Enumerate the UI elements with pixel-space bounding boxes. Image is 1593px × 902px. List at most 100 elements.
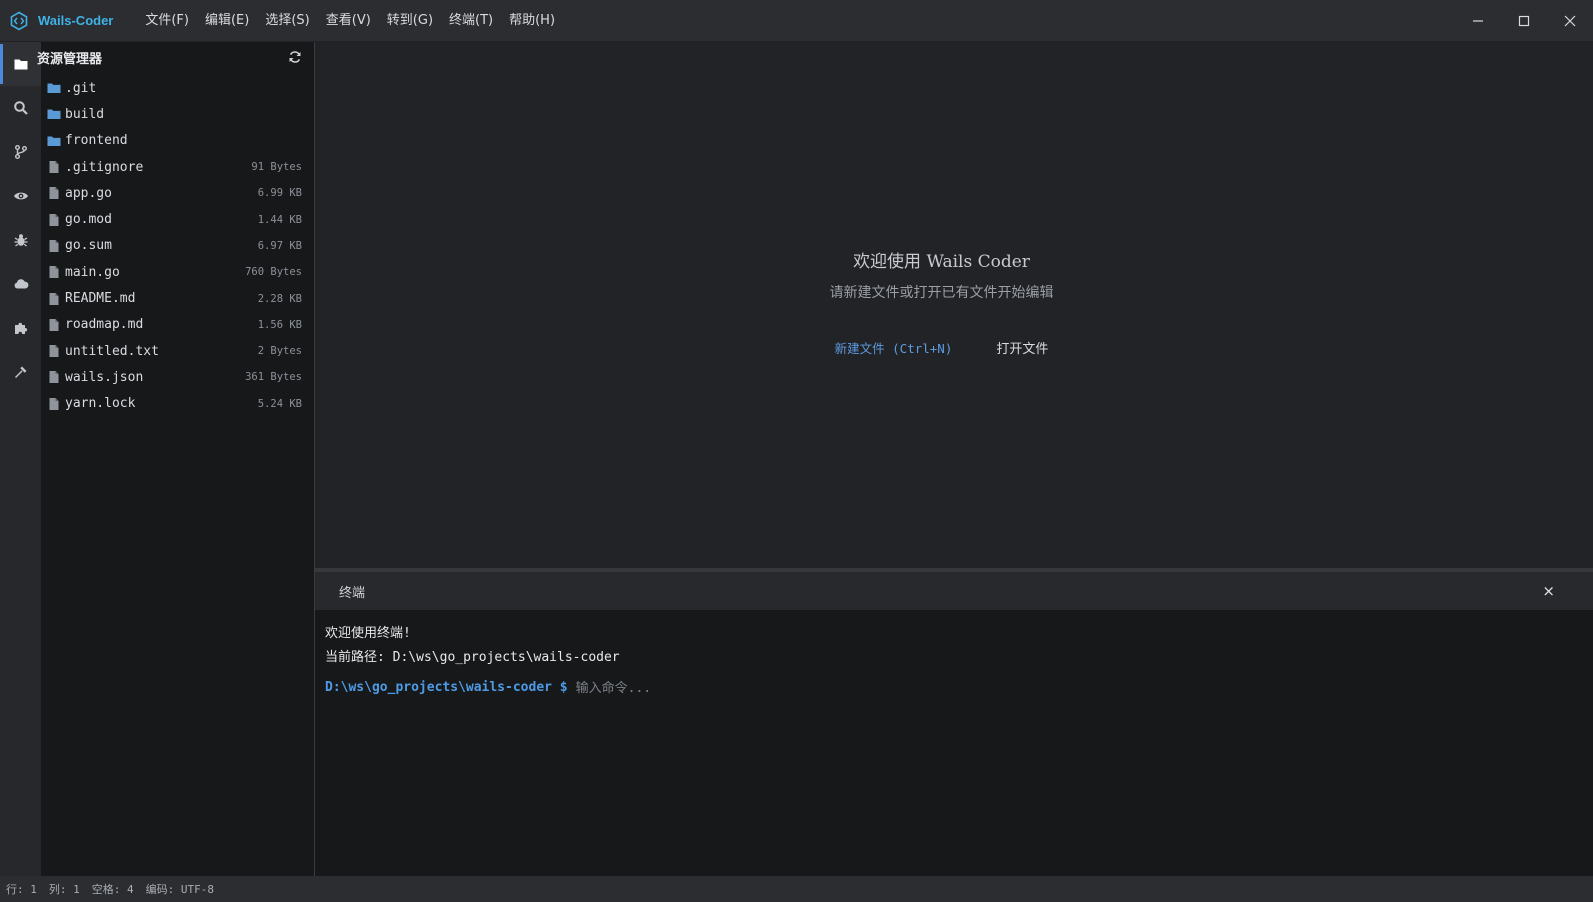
- refresh-icon: [289, 51, 301, 63]
- close-icon: [1564, 15, 1576, 27]
- file-name: build: [65, 106, 105, 122]
- file-name: .gitignore: [65, 159, 144, 175]
- tree-file[interactable]: yarn.lock 5.24 KB: [41, 391, 314, 417]
- file-name: go.mod: [65, 212, 112, 228]
- terminal-prompt-row: D:\ws\go_projects\wails-coder $: [325, 676, 1583, 700]
- terminal-header: 终端 ×: [315, 572, 1593, 610]
- file-name: .git: [65, 80, 97, 96]
- file-size: 1.56 KB: [257, 318, 302, 331]
- tree-file[interactable]: .gitignore 91 Bytes: [41, 154, 314, 180]
- file-size: 361 Bytes: [245, 371, 302, 384]
- menu-goto[interactable]: 转到(G): [379, 0, 441, 42]
- activity-explorer[interactable]: [0, 42, 41, 86]
- puzzle-icon: [14, 322, 27, 334]
- file-icon: [49, 397, 59, 410]
- activity-source-control[interactable]: [0, 130, 41, 174]
- activity-bar: [0, 42, 41, 876]
- brand: Wails-Coder: [9, 11, 113, 31]
- close-window-button[interactable]: [1547, 0, 1593, 42]
- file-size: 760 Bytes: [245, 266, 302, 279]
- tree-file[interactable]: go.sum 6.97 KB: [41, 233, 314, 259]
- status-encoding[interactable]: 编码: UTF-8: [146, 881, 214, 897]
- explorer-title: 资源管理器: [37, 51, 103, 67]
- open-file-link[interactable]: 打开文件: [996, 338, 1048, 357]
- terminal-panel: 终端 × 欢迎使用终端! 当前路径: D:\ws\go_projects\wai…: [315, 572, 1593, 876]
- terminal-title: 终端: [339, 585, 366, 601]
- source-control-icon: [14, 145, 27, 159]
- file-name: roadmap.md: [65, 317, 144, 333]
- maximize-button[interactable]: [1501, 0, 1547, 42]
- welcome-actions: 新建文件 (Ctrl+N) 打开文件: [315, 338, 1568, 357]
- window-controls: [1455, 0, 1593, 42]
- app-window: Wails-Coder 文件(F) 编辑(E) 选择(S) 查看(V) 转到(G…: [0, 0, 1593, 902]
- file-size: 2 Bytes: [257, 345, 302, 358]
- file-size: 6.97 KB: [257, 239, 302, 252]
- tree-file[interactable]: go.mod 1.44 KB: [41, 206, 314, 232]
- file-name: app.go: [65, 185, 112, 201]
- file-icon: [49, 187, 59, 200]
- activity-debug[interactable]: [0, 218, 41, 262]
- new-file-link[interactable]: 新建文件 (Ctrl+N): [835, 338, 953, 357]
- activity-search[interactable]: [0, 86, 41, 130]
- tree-file[interactable]: README.md 2.28 KB: [41, 285, 314, 311]
- menu-terminal[interactable]: 终端(T): [441, 0, 501, 42]
- file-name: wails.json: [65, 369, 144, 385]
- status-bar: 行: 1 列: 1 空格: 4 编码: UTF-8: [0, 876, 1593, 902]
- menu-view[interactable]: 查看(V): [318, 0, 379, 42]
- refresh-button[interactable]: [288, 50, 302, 64]
- tree-file[interactable]: wails.json 361 Bytes: [41, 364, 314, 390]
- file-icon: [49, 213, 59, 226]
- file-icon: [49, 318, 59, 331]
- explorer-panel: 资源管理器 .git build frontend .gitignore 91 Byte…: [37, 42, 315, 876]
- file-icon: [49, 161, 59, 174]
- terminal-close-button[interactable]: ×: [1542, 582, 1555, 600]
- terminal-line: 欢迎使用终端!: [325, 626, 411, 641]
- file-icon: [49, 266, 59, 279]
- activity-cloud[interactable]: [0, 262, 41, 306]
- menu-selection[interactable]: 选择(S): [257, 0, 317, 42]
- file-size: 2.28 KB: [257, 292, 302, 305]
- app-name: Wails-Coder: [38, 13, 114, 28]
- minimize-button[interactable]: [1455, 0, 1501, 42]
- status-line: 行: 1: [6, 883, 37, 896]
- menu-file[interactable]: 文件(F): [137, 0, 197, 42]
- status-spaces[interactable]: 空格: 4: [92, 881, 134, 897]
- maximize-icon: [1518, 15, 1530, 27]
- tree-file[interactable]: untitled.txt 2 Bytes: [41, 338, 314, 364]
- bug-icon: [14, 234, 27, 247]
- editor-area: 欢迎使用 Wails Coder 请新建文件或打开已有文件开始编辑 新建文件 (…: [315, 42, 1593, 570]
- explorer-header: 资源管理器: [37, 42, 314, 72]
- file-name: yarn.lock: [65, 396, 136, 412]
- tree-file[interactable]: roadmap.md 1.56 KB: [41, 312, 314, 338]
- menu-help[interactable]: 帮助(H): [501, 0, 563, 42]
- file-name: untitled.txt: [65, 343, 159, 359]
- activity-extensions[interactable]: [0, 306, 41, 350]
- search-icon: [13, 101, 28, 115]
- tree-file[interactable]: app.go 6.99 KB: [41, 180, 314, 206]
- welcome-title: 欢迎使用 Wails Coder: [853, 252, 1030, 272]
- file-icon: [49, 371, 59, 384]
- wails-logo-icon: [10, 11, 28, 30]
- tree-file[interactable]: main.go 760 Bytes: [41, 259, 314, 285]
- terminal-body: 欢迎使用终端! 当前路径: D:\ws\go_projects\wails-co…: [315, 610, 1593, 712]
- file-name: go.sum: [65, 238, 112, 254]
- file-name: README.md: [65, 291, 136, 307]
- tree-folder[interactable]: .git: [41, 75, 314, 101]
- file-icon: [49, 345, 59, 358]
- tree-folder[interactable]: build: [41, 101, 314, 127]
- menu-edit[interactable]: 编辑(E): [197, 0, 257, 42]
- tree-folder[interactable]: frontend: [41, 128, 314, 154]
- minimize-icon: [1473, 20, 1483, 22]
- terminal-prompt: D:\ws\go_projects\wails-coder $: [325, 680, 568, 695]
- hammer-icon: [14, 366, 26, 378]
- welcome-screen: 欢迎使用 Wails Coder 请新建文件或打开已有文件开始编辑 新建文件 (…: [315, 42, 1568, 570]
- file-tree: .git build frontend .gitignore 91 Bytes app.g…: [41, 75, 314, 417]
- cloud-icon: [14, 279, 28, 289]
- terminal-line: 当前路径: D:\ws\go_projects\wails-coder: [325, 650, 620, 665]
- file-size: 5.24 KB: [257, 397, 302, 410]
- folder-icon: [47, 109, 61, 120]
- terminal-command-input[interactable]: [575, 680, 1076, 696]
- folder-icon: [47, 136, 61, 146]
- activity-preview[interactable]: [0, 174, 41, 218]
- activity-tools[interactable]: [0, 350, 41, 394]
